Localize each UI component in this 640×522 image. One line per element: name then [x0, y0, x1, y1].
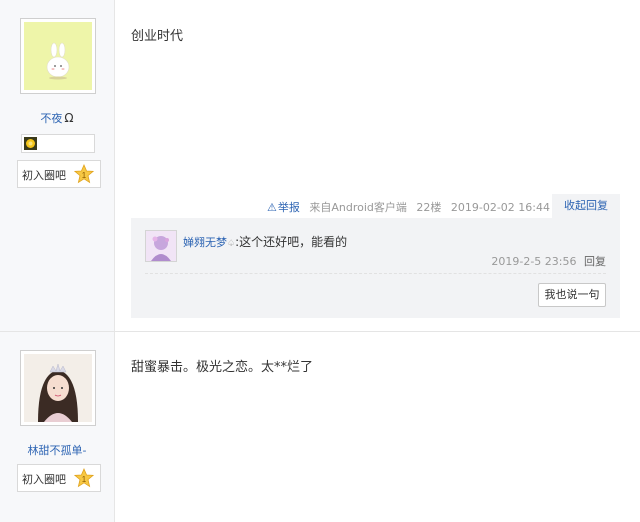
- reply-username-suffix: ♤: [227, 239, 236, 249]
- reply-meta: 2019-2-5 23:56 回复: [491, 253, 606, 269]
- user-avatar[interactable]: [20, 18, 96, 94]
- author-username[interactable]: 不夜 Ω: [0, 110, 114, 126]
- post-meta-bar: ⚠举报 来自Android客户端 22楼 2019-02-02 16:44 收起…: [131, 194, 620, 218]
- reply-button[interactable]: 回复: [584, 255, 606, 268]
- warning-icon: ⚠: [266, 201, 277, 214]
- post-time: 2019-02-02 16:44: [450, 201, 550, 214]
- reply-line: 婵翙无梦♤:这个还好吧，能看的: [183, 233, 347, 250]
- level-star-icon: 1: [74, 164, 94, 184]
- reply-divider: [145, 273, 606, 274]
- fold-reply-button[interactable]: 收起回复: [552, 194, 620, 218]
- post-content: 甜蜜暴击。极光之恋。太**烂了: [131, 360, 314, 375]
- medal-icon[interactable]: [24, 137, 37, 150]
- level-badge[interactable]: 初入圈吧 1: [17, 160, 101, 188]
- reply-username[interactable]: 婵翙无梦: [183, 236, 227, 249]
- reply-panel: 婵翙无梦♤:这个还好吧，能看的 2019-2-5 23:56 回复 我也说一句: [131, 218, 620, 318]
- level-badge[interactable]: 初入圈吧 1: [17, 464, 101, 492]
- author-username-text[interactable]: 不夜: [40, 112, 62, 125]
- level-number: 1: [82, 171, 87, 180]
- floor-number: 22楼: [416, 201, 442, 214]
- reply-text: 这个还好吧，能看的: [239, 235, 348, 249]
- post-floor-next: 林甜不孤单- 初入圈吧 1 甜蜜暴击。极光之恋。太**烂了: [0, 332, 640, 522]
- say-something-button[interactable]: 我也说一句: [538, 283, 606, 307]
- medal-box: [21, 134, 95, 153]
- report-link[interactable]: ⚠举报: [261, 201, 300, 214]
- level-star-icon: 1: [74, 468, 94, 488]
- user-avatar[interactable]: [20, 350, 96, 426]
- bunny-avatar-image: [24, 22, 92, 90]
- author-username[interactable]: 林甜不孤单-: [0, 442, 114, 458]
- reply-time: 2019-2-5 23:56: [491, 255, 577, 268]
- author-sidebar: 林甜不孤单- 初入圈吧 1: [0, 332, 115, 522]
- post-content: 创业时代: [131, 29, 184, 44]
- username-suffix: Ω: [64, 111, 74, 125]
- level-label: 初入圈吧: [22, 473, 66, 486]
- level-number: 1: [82, 475, 87, 484]
- reply-user-avatar[interactable]: [145, 230, 177, 262]
- level-label: 初入圈吧: [22, 169, 66, 182]
- client-source[interactable]: 来自Android客户端: [309, 201, 407, 214]
- author-sidebar: 不夜 Ω 初入圈吧 1: [0, 0, 115, 331]
- post-meta-items: ⚠举报 来自Android客户端 22楼 2019-02-02 16:44: [255, 199, 550, 215]
- post-floor-22: 不夜 Ω 初入圈吧 1 创业时代 ⚠举报 来自Android客户端 22楼 201…: [0, 0, 640, 332]
- reply-avatar-image: [146, 231, 176, 261]
- author-username-text[interactable]: 林甜不孤单-: [28, 444, 87, 457]
- girl-avatar-image: [24, 354, 92, 422]
- report-label[interactable]: 举报: [278, 201, 300, 214]
